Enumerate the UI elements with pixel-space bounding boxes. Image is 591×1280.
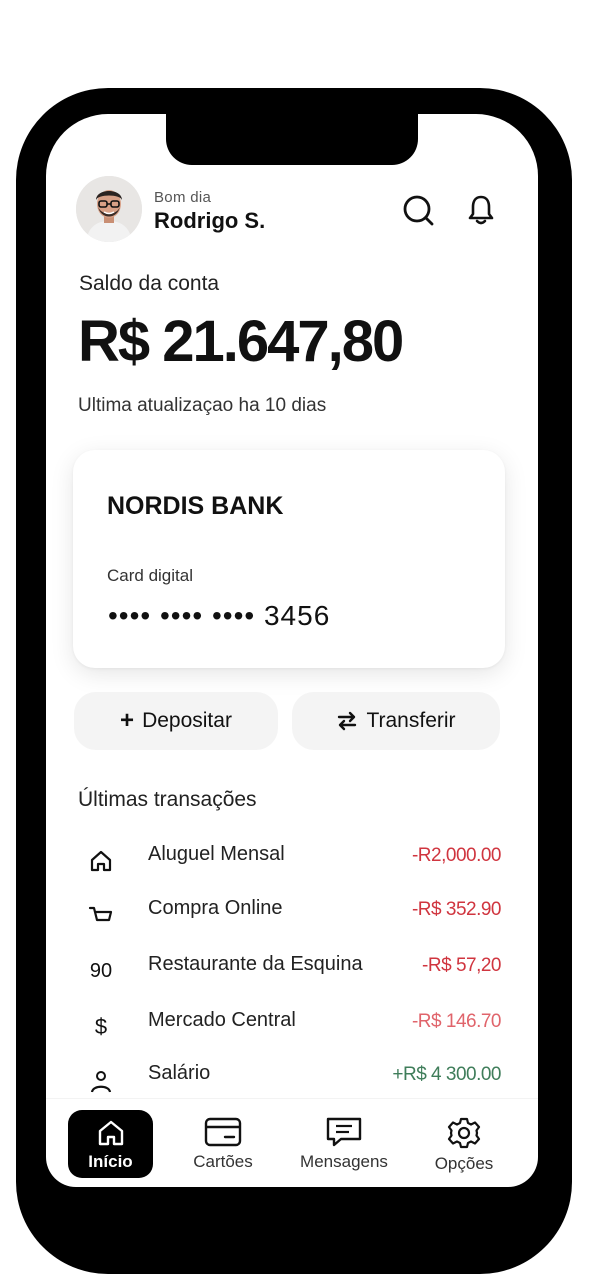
nav-item-mensagens[interactable]: Mensagens xyxy=(288,1116,400,1176)
transaction-name[interactable]: Compra Online xyxy=(148,897,283,920)
transaction-amount: -R2,000.00 xyxy=(411,845,502,866)
transaction-amount: -R$ 57,20 xyxy=(422,955,501,976)
dollar-icon: $ xyxy=(94,1014,108,1039)
transaction-amount: -R$ 352.90 xyxy=(411,899,502,920)
avatar-image xyxy=(76,176,142,242)
digital-card[interactable] xyxy=(73,450,505,668)
notifications-button[interactable] xyxy=(462,190,500,230)
transaction-amount: -R$ 146.70 xyxy=(411,1011,502,1032)
transaction-name[interactable]: Restaurante da Esquina xyxy=(148,953,363,976)
card-type: Card digital xyxy=(107,566,193,585)
gear-icon xyxy=(447,1117,481,1149)
greeting-text: Bom dia xyxy=(154,189,212,206)
transfer-arrows-icon xyxy=(338,711,357,731)
home-icon xyxy=(98,1120,123,1146)
nav-item-opcoes[interactable]: Opções xyxy=(420,1116,508,1176)
bell-icon xyxy=(468,195,494,225)
message-icon xyxy=(326,1117,362,1147)
nav-item-cartoes[interactable]: Cartões xyxy=(178,1116,268,1176)
home-icon xyxy=(82,842,120,880)
deposit-button[interactable]: + Depositar xyxy=(74,692,278,750)
transactions-title: Últimas transações xyxy=(78,788,257,811)
nav-label: Cartões xyxy=(193,1152,253,1171)
balance-label: Saldo da conta xyxy=(79,272,220,295)
balance-last-update: Ultima atualizaçao ha 10 dias xyxy=(78,395,327,416)
number-icon: 90 xyxy=(89,959,113,982)
card-icon xyxy=(204,1117,242,1147)
transaction-amount: +R$ 4 300.00 xyxy=(392,1064,501,1085)
transaction-name[interactable]: Aluguel Mensal xyxy=(148,843,285,866)
search-icon xyxy=(403,195,434,226)
nav-divider xyxy=(46,1098,538,1099)
transfer-button[interactable]: Transferir xyxy=(292,692,500,750)
nav-label: Opções xyxy=(434,1154,494,1173)
avatar[interactable] xyxy=(76,176,142,242)
nav-label: Início xyxy=(88,1152,133,1171)
card-number: •••• •••• •••• 3456 xyxy=(108,600,331,631)
nav-item-inicio[interactable]: Início xyxy=(68,1110,153,1178)
transfer-label: Transferir xyxy=(366,709,456,732)
plus-icon: + xyxy=(120,707,135,734)
deposit-label: Depositar xyxy=(142,709,232,732)
transaction-name[interactable]: Salário xyxy=(148,1062,210,1085)
search-button[interactable] xyxy=(398,190,438,230)
nav-label: Mensagens xyxy=(300,1152,388,1171)
balance-value: R$ 21.647,80 xyxy=(78,309,404,374)
user-name: Rodrigo S. xyxy=(154,208,266,233)
bank-name: NORDIS BANK xyxy=(107,492,284,520)
person-icon xyxy=(82,1062,120,1100)
cart-icon xyxy=(82,896,120,934)
transaction-name[interactable]: Mercado Central xyxy=(148,1009,296,1032)
phone-notch xyxy=(166,105,418,165)
